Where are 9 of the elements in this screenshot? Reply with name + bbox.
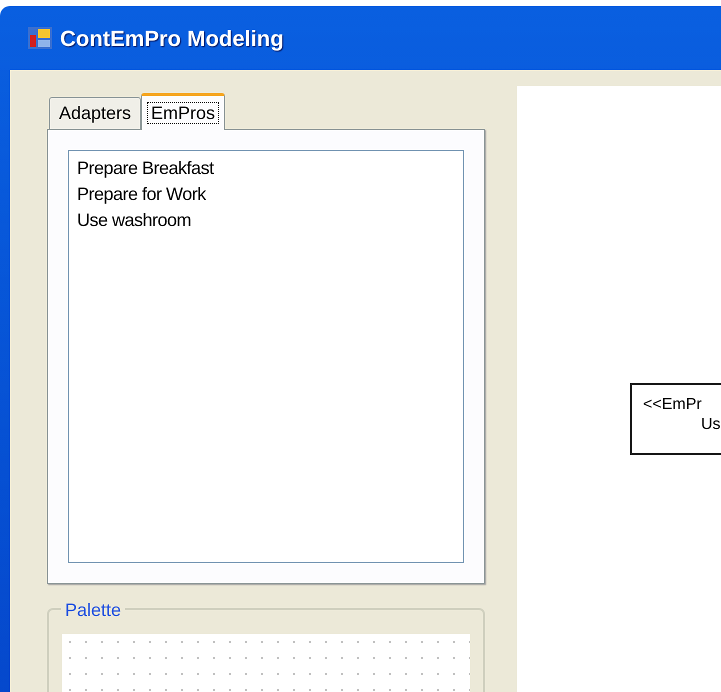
list-item[interactable]: Prepare Breakfast (77, 155, 214, 181)
node-text: <<EmPr (643, 395, 702, 415)
app-icon (28, 27, 52, 49)
list-item[interactable]: Prepare for Work (77, 181, 206, 207)
window-title: ContEmPro Modeling (60, 24, 284, 53)
list-item[interactable]: Use washroom (77, 207, 192, 233)
tab[interactable]: EmPros (141, 93, 226, 130)
tab[interactable]: Adapters (49, 97, 142, 129)
node-text: Us (700, 415, 721, 435)
